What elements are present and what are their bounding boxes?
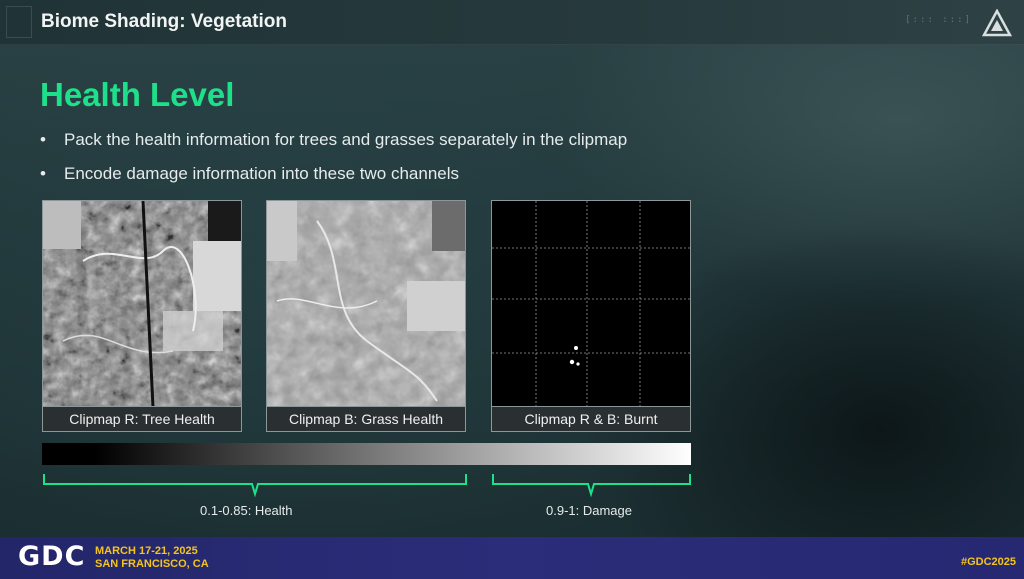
gdc-logo: GDC: [18, 541, 86, 572]
health-range-label: 0.1-0.85: Health: [200, 503, 293, 518]
map-caption: Clipmap B: Grass Health: [267, 406, 465, 431]
clipmap-burnt-panel: Clipmap R & B: Burnt: [491, 200, 691, 432]
value-gradient-bar: [42, 443, 691, 465]
health-range-brace: [43, 474, 467, 498]
event-date: MARCH 17-21, 2025: [95, 545, 198, 557]
event-hashtag: #GDC2025: [960, 556, 1016, 568]
header-decoration: [::: :::]: [905, 15, 972, 25]
section-title: Health Level: [40, 76, 235, 113]
map-caption: Clipmap R: Tree Health: [43, 406, 241, 431]
damage-range-label: 0.9-1: Damage: [546, 503, 632, 518]
studio-logo-icon: [982, 9, 1012, 37]
event-location: SAN FRANCISCO, CA: [95, 558, 209, 570]
bullet-text: Encode damage information into these two…: [64, 164, 460, 183]
clipmap-tree-health-panel: Clipmap R: Tree Health: [42, 200, 242, 432]
clipmap-grass-health-image: [267, 201, 465, 407]
header-corner-frame: [6, 6, 32, 38]
clipmap-tree-health-image: [43, 201, 241, 407]
bullet-glyph: •: [40, 130, 46, 149]
bullet-item: • Pack the health information for trees a…: [40, 130, 627, 150]
event-date-location: MARCH 17-21, 2025 SAN FRANCISCO, CA: [95, 545, 209, 571]
damage-range-brace: [492, 474, 691, 498]
bullet-text: Pack the health information for trees an…: [64, 130, 628, 149]
clipmap-burnt-image: [492, 201, 690, 407]
map-caption: Clipmap R & B: Burnt: [492, 406, 690, 431]
slide-header-title: Biome Shading: Vegetation: [41, 11, 287, 32]
bullet-glyph: •: [40, 164, 46, 183]
clipmap-grass-health-panel: Clipmap B: Grass Health: [266, 200, 466, 432]
header-bar: Biome Shading: Vegetation [::: :::]: [0, 0, 1024, 45]
bullet-item: • Encode damage information into these tw…: [40, 164, 459, 184]
